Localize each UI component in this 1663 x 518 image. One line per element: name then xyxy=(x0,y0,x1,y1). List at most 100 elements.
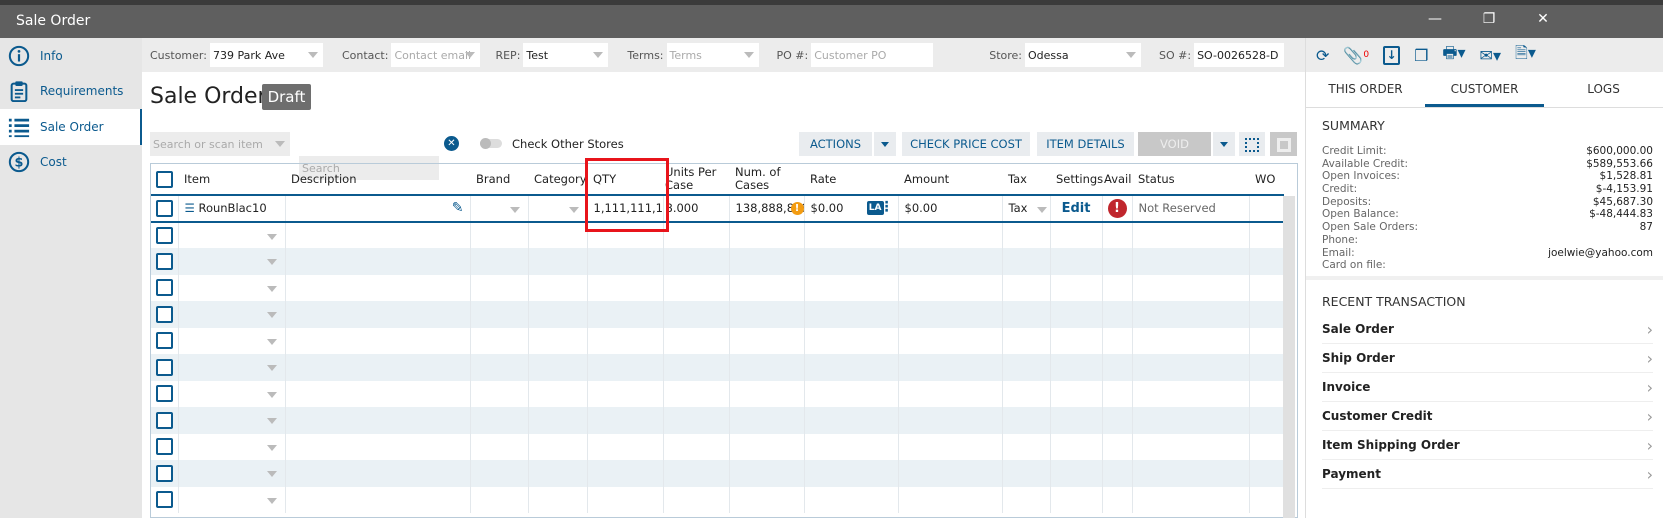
recent-transaction-item[interactable]: Sale Order › xyxy=(1322,315,1653,344)
table-cell[interactable] xyxy=(1132,354,1250,381)
table-cell[interactable] xyxy=(1002,354,1051,381)
store-select[interactable]: Odessa xyxy=(1025,43,1142,67)
table-cell[interactable] xyxy=(663,248,730,275)
table-cell[interactable] xyxy=(178,433,286,460)
table-cell[interactable] xyxy=(898,486,1003,513)
table-cell[interactable] xyxy=(587,248,664,275)
table-cell[interactable] xyxy=(178,221,286,248)
warning-icon[interactable]: ! xyxy=(790,202,803,215)
table-cell[interactable] xyxy=(663,460,730,487)
table-cell[interactable] xyxy=(1102,301,1133,328)
table-cell[interactable] xyxy=(729,301,805,328)
sidebar-item-info[interactable]: Info xyxy=(0,38,142,74)
select-all-checkbox[interactable] xyxy=(156,170,173,188)
table-row[interactable] xyxy=(151,327,1284,354)
table-cell[interactable] xyxy=(804,380,899,407)
table-cell[interactable] xyxy=(1249,301,1284,328)
table-cell[interactable] xyxy=(1002,274,1051,301)
row-checkbox[interactable] xyxy=(156,385,173,403)
table-cell[interactable] xyxy=(470,433,529,460)
row-checkbox[interactable] xyxy=(156,438,173,456)
actions-button[interactable]: ACTIONS xyxy=(799,132,872,156)
table-cell[interactable] xyxy=(151,460,179,487)
column-header-settings[interactable]: Settings xyxy=(1050,164,1103,196)
table-cell[interactable] xyxy=(1102,221,1133,248)
terms-select[interactable]: Terms xyxy=(666,43,759,67)
table-cell[interactable] xyxy=(587,407,664,434)
table-cell[interactable] xyxy=(804,460,899,487)
row-checkbox[interactable] xyxy=(156,332,173,350)
brand-cell[interactable] xyxy=(470,195,529,223)
table-cell[interactable] xyxy=(587,433,664,460)
table-cell[interactable] xyxy=(898,407,1003,434)
table-cell[interactable] xyxy=(587,460,664,487)
table-cell[interactable] xyxy=(528,486,588,513)
table-cell[interactable] xyxy=(729,433,805,460)
table-cell[interactable] xyxy=(663,354,730,381)
column-header-wo[interactable]: WO xyxy=(1249,164,1283,196)
table-cell[interactable] xyxy=(151,327,179,354)
num-cases-cell[interactable]: 138,888,888! xyxy=(729,195,805,223)
column-header-tax[interactable]: Tax xyxy=(1002,164,1050,196)
table-cell[interactable] xyxy=(528,433,588,460)
table-cell[interactable] xyxy=(151,248,179,275)
table-cell[interactable] xyxy=(1132,380,1250,407)
table-cell[interactable] xyxy=(285,221,471,248)
table-cell[interactable] xyxy=(1050,301,1103,328)
table-cell[interactable] xyxy=(1102,248,1133,275)
table-cell[interactable] xyxy=(178,460,286,487)
table-cell[interactable] xyxy=(528,301,588,328)
table-cell[interactable] xyxy=(804,248,899,275)
table-cell[interactable] xyxy=(1050,407,1103,434)
table-cell[interactable] xyxy=(1002,460,1051,487)
more-vertical-icon[interactable]: ⋮ xyxy=(880,199,894,215)
row-checkbox[interactable] xyxy=(156,358,173,376)
table-cell[interactable] xyxy=(663,301,730,328)
recent-transaction-item[interactable]: Item Shipping Order › xyxy=(1322,431,1653,460)
column-header-category[interactable]: Category xyxy=(528,164,587,196)
table-cell[interactable] xyxy=(1249,274,1284,301)
tab-customer[interactable]: CUSTOMER xyxy=(1425,72,1544,107)
table-cell[interactable] xyxy=(528,354,588,381)
table-cell[interactable] xyxy=(1002,248,1051,275)
table-cell[interactable] xyxy=(1102,433,1133,460)
tax-cell[interactable]: Tax xyxy=(1002,195,1051,223)
table-cell[interactable] xyxy=(1002,221,1051,248)
table-cell[interactable] xyxy=(470,221,529,248)
table-cell[interactable] xyxy=(729,221,805,248)
column-header-rate[interactable]: Rate xyxy=(804,164,898,196)
column-header-item[interactable]: Item xyxy=(178,164,285,196)
table-cell[interactable] xyxy=(470,248,529,275)
category-cell[interactable] xyxy=(528,195,588,223)
table-cell[interactable] xyxy=(470,460,529,487)
table-row[interactable] xyxy=(151,407,1284,434)
table-cell[interactable] xyxy=(1249,380,1284,407)
table-cell[interactable] xyxy=(178,274,286,301)
table-cell[interactable] xyxy=(1102,274,1133,301)
void-button[interactable]: VOID xyxy=(1138,132,1211,156)
table-cell[interactable] xyxy=(1002,433,1051,460)
restore-button[interactable]: ❐ xyxy=(1474,11,1504,31)
table-cell[interactable] xyxy=(285,460,471,487)
table-cell[interactable] xyxy=(663,274,730,301)
table-cell[interactable] xyxy=(898,248,1003,275)
table-cell[interactable] xyxy=(285,433,471,460)
table-cell[interactable] xyxy=(151,274,179,301)
table-row[interactable] xyxy=(151,301,1284,328)
table-cell[interactable] xyxy=(470,274,529,301)
sidebar-item-requirements[interactable]: Requirements xyxy=(0,74,142,110)
document-icon[interactable]: 🗎▾ xyxy=(1515,42,1536,69)
table-cell[interactable] xyxy=(285,274,471,301)
check-price-cost-button[interactable]: CHECK PRICE COST xyxy=(902,132,1030,156)
scan-item-select[interactable]: Search or scan item xyxy=(150,132,290,156)
recent-transaction-item[interactable]: Invoice › xyxy=(1322,373,1653,402)
table-cell[interactable] xyxy=(804,354,899,381)
table-cell[interactable] xyxy=(285,380,471,407)
table-cell[interactable] xyxy=(470,380,529,407)
table-cell[interactable] xyxy=(898,301,1003,328)
table-cell[interactable] xyxy=(1102,486,1133,513)
table-cell[interactable] xyxy=(151,301,179,328)
table-cell[interactable] xyxy=(1249,460,1284,487)
table-cell[interactable] xyxy=(663,407,730,434)
table-row[interactable]: ☰ RounBlac10 ✎ 1,111,111,111 8.000 138,8… xyxy=(151,195,1284,223)
